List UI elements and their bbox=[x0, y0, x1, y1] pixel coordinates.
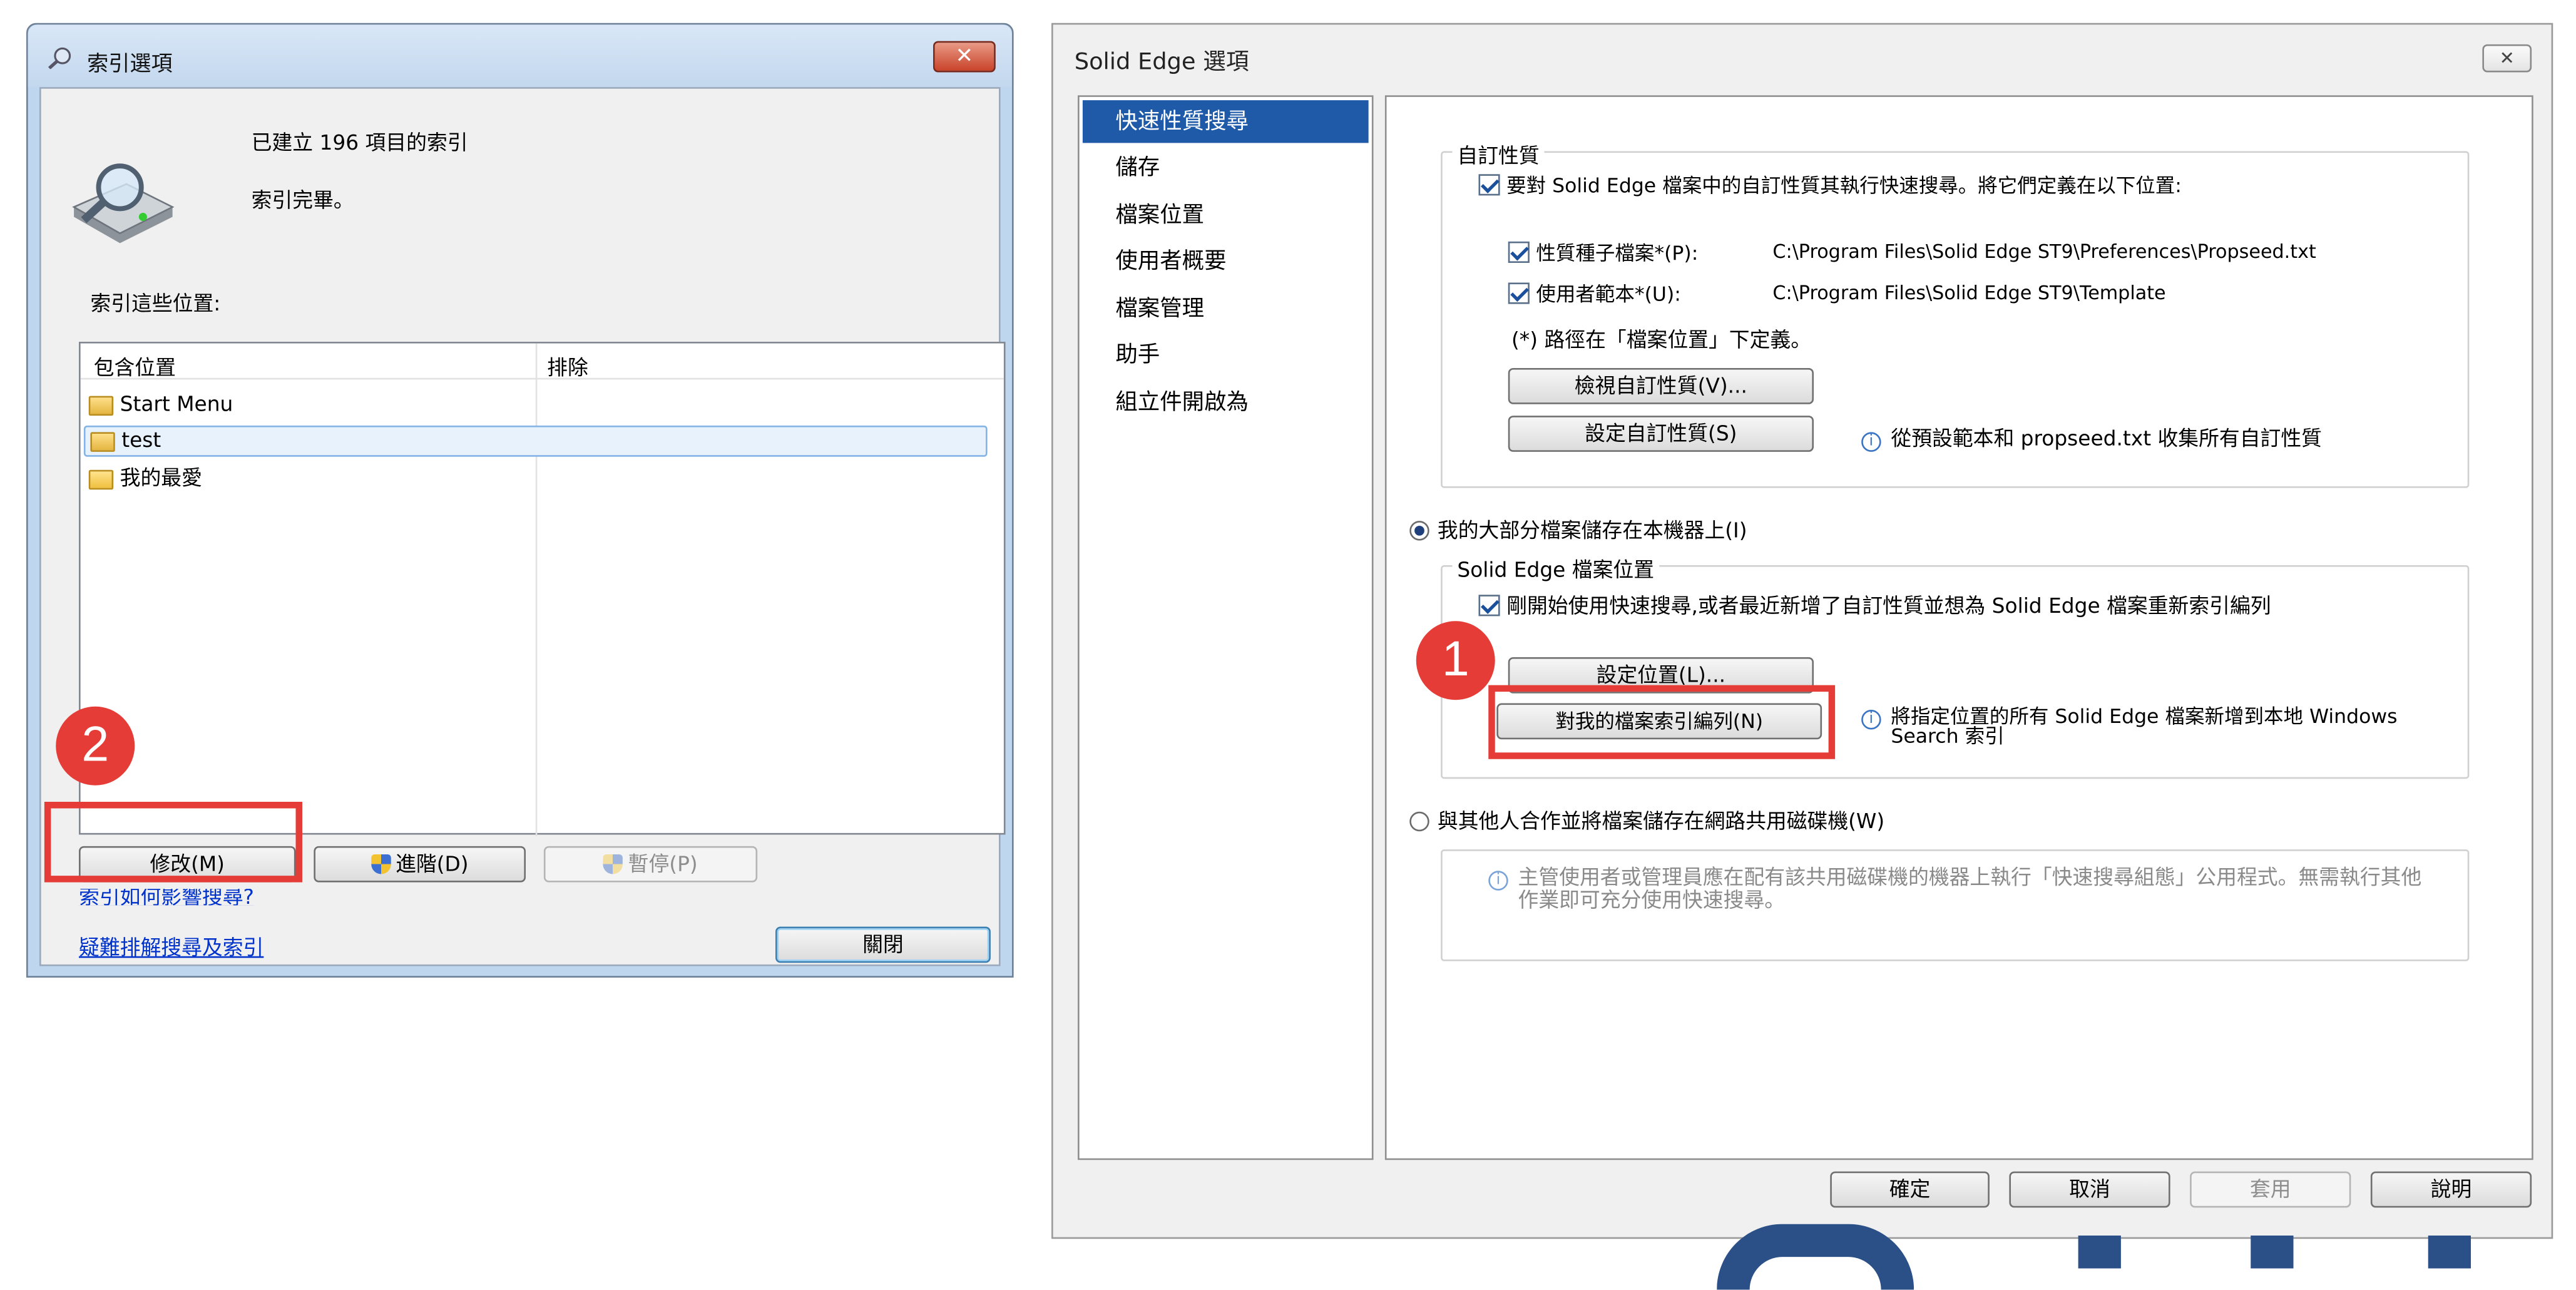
window-title: Solid Edge 選項 bbox=[1074, 49, 1249, 76]
view-custom-properties-button[interactable]: 檢視自訂性質(V)... bbox=[1508, 368, 1814, 404]
favorites-star-icon bbox=[88, 469, 114, 489]
info-icon: i bbox=[1488, 871, 1508, 891]
nav-item-helpers[interactable]: 助手 bbox=[1083, 334, 1369, 376]
location-name: 我的最愛 bbox=[120, 464, 202, 490]
column-header-included[interactable]: 包含位置 bbox=[94, 350, 176, 381]
magnifier-icon bbox=[48, 47, 71, 69]
list-item[interactable]: test bbox=[83, 425, 988, 457]
uac-shield-icon bbox=[603, 854, 623, 874]
network-share-radio[interactable]: 與其他人合作並將檔案儲存在網路共用磁碟機(W) bbox=[1409, 804, 1884, 835]
column-header-excluded[interactable]: 排除 bbox=[547, 350, 588, 381]
cancel-button[interactable]: 取消 bbox=[2009, 1171, 2170, 1208]
nav-item-user-profile[interactable]: 使用者概要 bbox=[1083, 240, 1369, 282]
checkbox-label: 要對 Solid Edge 檔案中的自訂性質其執行快速搜尋。將它們定義在以下位置… bbox=[1506, 174, 2182, 197]
info-text: 主管使用者或管理員應在配有該共用磁碟機的機器上執行「快速搜尋組態」公用程式。無需… bbox=[1518, 864, 2422, 912]
troubleshoot-link[interactable]: 疑難排解搜尋及索引 bbox=[79, 930, 263, 961]
reindex-checkbox[interactable]: 剛開始使用快速搜尋,或者最近新增了自訂性質並想為 Solid Edge 檔案重新… bbox=[1478, 588, 2271, 620]
background-logo-fragment bbox=[2251, 1236, 2294, 1269]
highlight-box-index-files bbox=[1488, 685, 1836, 759]
indexing-drive-icon bbox=[72, 163, 175, 243]
network-info: i 主管使用者或管理員應在配有該共用磁碟機的機器上執行「快速搜尋組態」公用程式。無… bbox=[1488, 864, 2425, 912]
location-name: Start Menu bbox=[120, 391, 233, 416]
checkbox-label: 性質種子檔案*(P): bbox=[1536, 241, 1699, 265]
radio-selected-icon bbox=[1409, 521, 1429, 541]
network-info-group: i 主管使用者或管理員應在配有該共用磁碟機的機器上執行「快速搜尋組態」公用程式。無… bbox=[1441, 849, 2470, 961]
help-button[interactable]: 說明 bbox=[2370, 1171, 2532, 1208]
nav-item-assembly-open-as[interactable]: 組立件開啟為 bbox=[1083, 381, 1369, 424]
window-title: 索引選項 bbox=[87, 53, 173, 78]
options-content-panel: 自訂性質 要對 Solid Edge 檔案中的自訂性質其執行快速搜尋。將它們定義… bbox=[1384, 95, 2533, 1160]
apply-button: 套用 bbox=[2190, 1171, 2351, 1208]
folder-icon bbox=[88, 395, 114, 415]
set-custom-properties-button[interactable]: 設定自訂性質(S) bbox=[1508, 416, 1814, 452]
title-bar: 索引選項 ✕ bbox=[28, 24, 1012, 88]
path-note: (*) 路徑在「檔案位置」下定義。 bbox=[1511, 327, 1812, 352]
uac-shield-icon bbox=[371, 854, 391, 874]
set-properties-info: i 從預設範本和 propseed.txt 收集所有自訂性質 bbox=[1861, 421, 2322, 452]
folder-icon bbox=[90, 431, 115, 451]
index-count-status: 已建立 196 項目的索引 bbox=[251, 130, 468, 155]
highlight-box-modify bbox=[44, 802, 302, 883]
radio-label: 與其他人合作並將檔案儲存在網路共用磁碟機(W) bbox=[1437, 808, 1885, 833]
background-logo-fragment bbox=[2428, 1236, 2471, 1269]
radio-label: 我的大部分檔案儲存在本機器上(I) bbox=[1437, 517, 1747, 543]
checkbox-checked-icon bbox=[1478, 595, 1500, 617]
info-text: 從預設範本和 propseed.txt 收集所有自訂性質 bbox=[1891, 425, 2323, 451]
nav-item-file-management[interactable]: 檔案管理 bbox=[1083, 287, 1369, 330]
list-item[interactable]: Start Menu bbox=[88, 391, 993, 422]
checkbox-label: 使用者範本*(U): bbox=[1536, 282, 1681, 306]
custom-properties-group: 自訂性質 要對 Solid Edge 檔案中的自訂性質其執行快速搜尋。將它們定義… bbox=[1441, 138, 2470, 488]
group-legend: 自訂性質 bbox=[1452, 138, 1545, 170]
index-files-info: i 將指定位置的所有 Solid Edge 檔案新增到本地 Windows Sea… bbox=[1861, 707, 2461, 746]
location-name: test bbox=[121, 427, 161, 452]
options-nav-panel: 快速性質搜尋 儲存 檔案位置 使用者概要 檔案管理 助手 組立件開啟為 bbox=[1078, 95, 1374, 1160]
advanced-label: 進階(D) bbox=[396, 851, 469, 876]
checkbox-checked-icon bbox=[1508, 282, 1530, 304]
index-done-status: 索引完畢。 bbox=[251, 187, 354, 212]
solid-edge-options-window: Solid Edge 選項 ✕ 快速性質搜尋 儲存 檔案位置 使用者概要 檔案管… bbox=[1051, 23, 2553, 1239]
local-storage-radio[interactable]: 我的大部分檔案儲存在本機器上(I) bbox=[1409, 513, 1747, 544]
nav-item-quick-search[interactable]: 快速性質搜尋 bbox=[1082, 100, 1369, 143]
template-checkbox[interactable]: 使用者範本*(U): bbox=[1508, 279, 1681, 307]
step-badge-1: 1 bbox=[1416, 621, 1495, 700]
checkbox-label: 剛開始使用快速搜尋,或者最近新增了自訂性質並想為 Solid Edge 檔案重新… bbox=[1506, 593, 2271, 618]
ok-button[interactable]: 確定 bbox=[1830, 1171, 1990, 1208]
info-icon: i bbox=[1861, 710, 1881, 730]
seed-file-path: C:\Program Files\Solid Edge ST9\Preferen… bbox=[1772, 240, 2316, 263]
close-window-button[interactable]: ✕ bbox=[2482, 44, 2532, 73]
locations-list[interactable]: 包含位置 排除 Start Menu test 我的最愛 bbox=[79, 342, 1006, 837]
seed-file-checkbox[interactable]: 性質種子檔案*(P): bbox=[1508, 238, 1699, 267]
info-icon: i bbox=[1861, 432, 1881, 452]
checkbox-checked-icon bbox=[1478, 174, 1500, 196]
group-legend: Solid Edge 檔案位置 bbox=[1452, 552, 1659, 583]
template-path: C:\Program Files\Solid Edge ST9\Template bbox=[1772, 280, 2166, 304]
background-logo-fragment bbox=[2078, 1236, 2121, 1269]
checkbox-checked-icon bbox=[1508, 241, 1530, 263]
info-text: 將指定位置的所有 Solid Edge 檔案新增到本地 Windows Sear… bbox=[1891, 705, 2398, 748]
nav-item-file-locations[interactable]: 檔案位置 bbox=[1083, 194, 1369, 237]
pause-button: 暫停(P) bbox=[543, 846, 758, 883]
nav-item-save[interactable]: 儲存 bbox=[1083, 146, 1369, 189]
list-header: 包含位置 排除 bbox=[80, 343, 1004, 837]
close-button[interactable]: 關閉 bbox=[775, 926, 991, 963]
advanced-button[interactable]: 進階(D) bbox=[314, 846, 526, 883]
pause-label: 暫停(P) bbox=[628, 851, 698, 876]
close-window-button[interactable]: ✕ bbox=[933, 41, 996, 73]
how-indexing-affects-link[interactable]: 索引如何影響搜尋? bbox=[79, 889, 254, 905]
enable-custom-search-checkbox[interactable]: 要對 Solid Edge 檔案中的自訂性質其執行快速搜尋。將它們定義在以下位置… bbox=[1478, 171, 2182, 199]
locations-section-label: 索引這些位置: bbox=[90, 290, 221, 315]
title-bar: Solid Edge 選項 ✕ bbox=[1053, 24, 2552, 90]
radio-unselected-icon bbox=[1409, 811, 1429, 832]
step-badge-2: 2 bbox=[56, 706, 135, 786]
list-item[interactable]: 我的最愛 bbox=[88, 460, 993, 491]
